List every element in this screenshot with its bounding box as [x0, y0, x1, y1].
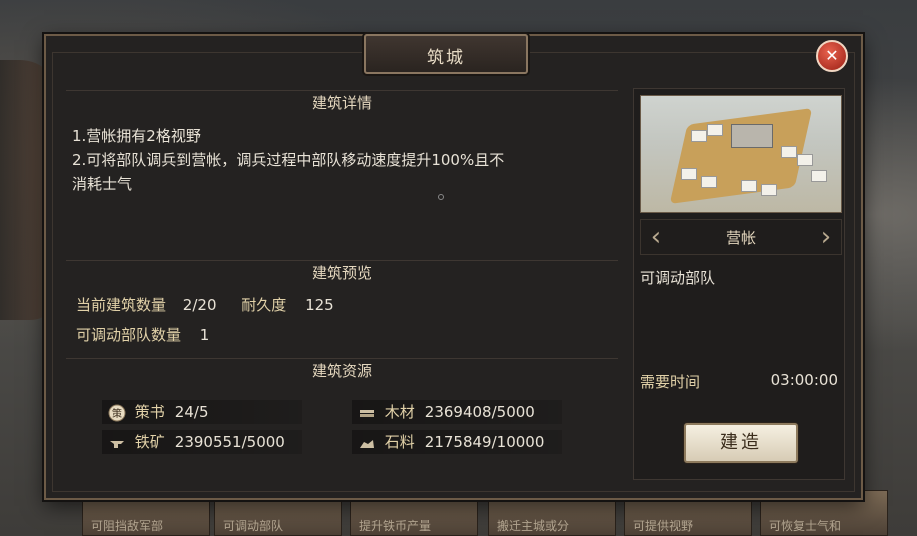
background-card-label: 可提供视野: [633, 519, 694, 533]
building-count-label: 当前建筑数量: [76, 296, 167, 314]
building-panel: ‹ 营帐 › 可调动部队 需要时间 03:00:00 建造: [633, 88, 845, 480]
resource-value: 2390551/5000: [174, 433, 285, 451]
troops-value: 1: [199, 326, 210, 344]
close-button[interactable]: ✕: [816, 40, 848, 72]
building-description: 可调动部队: [640, 269, 716, 287]
strategy-book-icon: 策: [108, 404, 126, 421]
resource-row: 铁矿 2390551/5000: [102, 430, 302, 454]
background-card-label: 搬迁主城或分: [497, 519, 570, 533]
next-building-button[interactable]: ›: [817, 224, 835, 250]
background-card-label: 可恢复士气和: [769, 519, 842, 533]
building-count-value: 2/20: [182, 296, 217, 314]
background-card-label: 提升铁币产量: [359, 519, 432, 533]
camp-tent: [761, 184, 777, 196]
building-selector: ‹ 营帐 ›: [640, 219, 842, 255]
build-button[interactable]: 建造: [684, 423, 798, 463]
resource-label: 铁矿: [134, 433, 165, 451]
building-name: 营帐: [725, 229, 756, 247]
build-time: 需要时间 03:00:00: [640, 371, 838, 392]
svg-text:策: 策: [112, 407, 122, 420]
camp-tent: [691, 130, 707, 142]
chevron-right-icon: ›: [820, 222, 832, 252]
background-card-label: 可阻挡敌军部: [91, 519, 164, 533]
camp-tent: [707, 124, 723, 136]
details-line: 1.营帐拥有2格视野: [72, 127, 201, 145]
building-preview-image: [640, 95, 842, 213]
camp-tent: [811, 170, 827, 182]
camp-tent: [781, 146, 797, 158]
wood-icon: [360, 409, 374, 417]
build-time-label: 需要时间: [640, 373, 701, 391]
resource-row: 策 策书 24/5: [102, 400, 302, 424]
camp-house: [731, 124, 773, 148]
troops-stat: 可调动部队数量 1: [76, 324, 209, 345]
background-card-label: 可调动部队: [223, 519, 284, 533]
build-dialog: 筑城 ✕ 建筑详情 1.营帐拥有2格视野 2.可将部队调兵到营帐，调兵过程中部队…: [44, 34, 863, 500]
durability-label: 耐久度: [241, 296, 287, 314]
resource-label: 石料: [384, 433, 415, 451]
resource-label: 策书: [134, 403, 165, 421]
camp-tent: [701, 176, 717, 188]
dialog-title: 筑城: [427, 48, 465, 68]
resources-heading: 建筑资源: [66, 358, 618, 384]
resource-row: 石料 2175849/10000: [352, 430, 562, 454]
info-panel: 建筑详情 1.营帐拥有2格视野 2.可将部队调兵到营帐，调兵过程中部队移动速度提…: [66, 88, 618, 498]
troops-label: 可调动部队数量: [76, 326, 182, 344]
details-heading: 建筑详情: [66, 90, 618, 116]
resource-value: 24/5: [174, 403, 209, 421]
resource-label: 木材: [384, 403, 415, 421]
details-line: 2.可将部队调兵到营帐，调兵过程中部队移动速度提升100%且不: [72, 151, 505, 169]
camp-tent: [797, 154, 813, 166]
preview-heading: 建筑预览: [66, 260, 618, 286]
durability-value: 125: [305, 296, 334, 314]
details-text: 1.营帐拥有2格视野 2.可将部队调兵到营帐，调兵过程中部队移动速度提升100%…: [72, 124, 612, 196]
build-time-value: 03:00:00: [770, 371, 838, 389]
title-plate: 筑城: [364, 34, 528, 74]
details-line: 消耗士气: [72, 175, 133, 193]
resource-value: 2175849/10000: [424, 433, 545, 451]
building-count-stat: 当前建筑数量 2/20 耐久度 125: [76, 294, 334, 315]
close-icon: ✕: [825, 46, 839, 65]
resource-row: 木材 2369408/5000: [352, 400, 562, 424]
stone-icon: [360, 439, 374, 448]
decorative-dot: [438, 194, 444, 200]
camp-tent: [741, 180, 757, 192]
resource-value: 2369408/5000: [424, 403, 535, 421]
camp-tent: [681, 168, 697, 180]
iron-ore-icon: [110, 440, 124, 448]
